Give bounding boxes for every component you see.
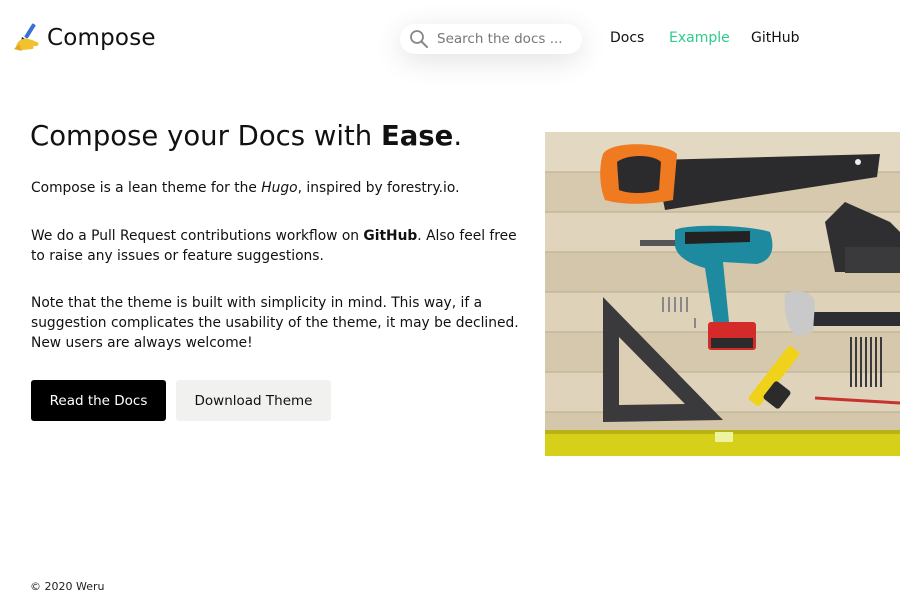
nav-item-github[interactable]: GitHub xyxy=(751,30,800,46)
contribution-paragraph: We do a Pull Request contributions workf… xyxy=(31,226,526,266)
hero-title-prefix: Compose your Docs with xyxy=(30,120,381,152)
nav-item-docs[interactable]: Docs xyxy=(610,30,644,46)
writing-hand-icon xyxy=(13,22,45,54)
contribution-text-before: We do a Pull Request contributions workf… xyxy=(31,228,364,244)
nav-link-example[interactable]: Example xyxy=(669,30,730,46)
site-header: Compose Docs Example GitHub xyxy=(0,0,900,78)
nav-link-docs[interactable]: Docs xyxy=(610,30,644,46)
hero-image-tools xyxy=(545,132,900,456)
hugo-emphasis: Hugo xyxy=(261,180,298,196)
read-docs-button[interactable]: Read the Docs xyxy=(31,380,166,421)
hero-title-suffix: . xyxy=(453,120,463,152)
nav-link-github[interactable]: GitHub xyxy=(751,30,800,46)
logo-link[interactable]: Compose xyxy=(13,22,156,54)
github-strong: GitHub xyxy=(363,228,418,244)
footer-copyright: © 2020 Weru xyxy=(30,580,105,593)
search-icon xyxy=(409,29,429,49)
note-paragraph: Note that the theme is built with simpli… xyxy=(31,295,519,351)
download-theme-button[interactable]: Download Theme xyxy=(176,380,331,421)
intro-paragraph: Compose is a lean theme for the Hugo, in… xyxy=(31,178,526,198)
search-input[interactable] xyxy=(435,30,575,48)
hero-title: Compose your Docs with Ease. xyxy=(30,120,462,152)
logo-text: Compose xyxy=(47,25,156,51)
hero-title-strong: Ease xyxy=(380,120,454,152)
search-box[interactable] xyxy=(400,24,582,54)
intro-text-after: , inspired by forestry.io. xyxy=(297,180,460,196)
nav-item-example[interactable]: Example xyxy=(669,30,730,46)
intro-text-before: Compose is a lean theme for the xyxy=(31,180,262,196)
